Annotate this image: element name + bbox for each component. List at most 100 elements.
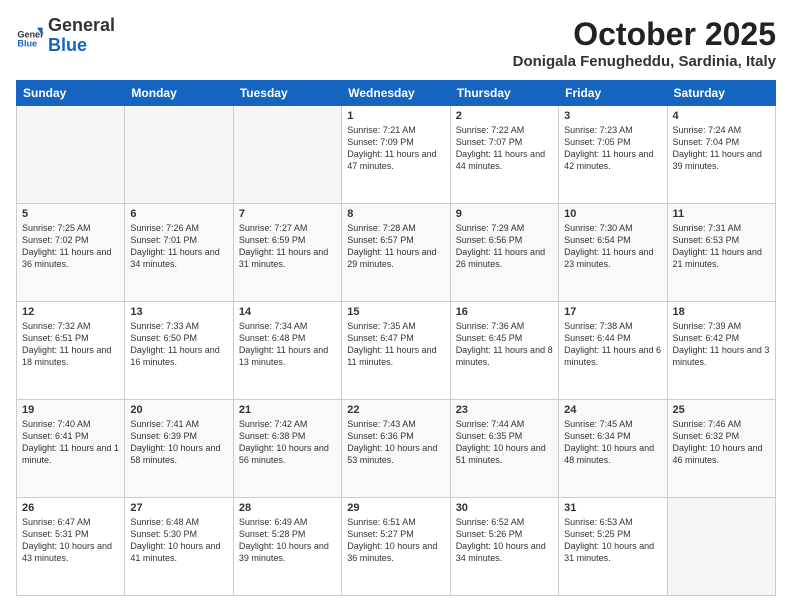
week-row-3: 12 Sunrise: 7:32 AM Sunset: 6:51 PM Dayli… (17, 302, 776, 400)
calendar-cell: 17Sunrise: 7:38 AM Sunset: 6:44 PM Dayli… (559, 302, 667, 400)
calendar-cell: 31 Sunrise: 6:53 AM Sunset: 5:25 PM Dayli… (559, 498, 667, 596)
weekday-header-thursday: Thursday (450, 81, 558, 106)
day-number: 18 (673, 306, 770, 318)
day-info: Sunrise: 7:33 AM Sunset: 6:50 PM Dayligh… (130, 320, 227, 369)
svg-text:Blue: Blue (17, 38, 37, 48)
day-info: Sunrise: 7:35 AM Sunset: 6:47 PM Dayligh… (347, 320, 444, 369)
day-number: 15 (347, 306, 444, 318)
day-info: Sunrise: 7:21 AM Sunset: 7:09 PM Dayligh… (347, 124, 444, 173)
day-info: Sunrise: 7:40 AM Sunset: 6:41 PM Dayligh… (22, 418, 119, 467)
day-number: 11 (673, 208, 770, 220)
day-number: 27 (130, 502, 227, 514)
day-info: Sunrise: 7:44 AM Sunset: 6:35 PM Dayligh… (456, 418, 553, 467)
day-number: 21 (239, 404, 336, 416)
calendar-cell: 25Sunrise: 7:46 AM Sunset: 6:32 PM Dayli… (667, 400, 775, 498)
weekday-header-monday: Monday (125, 81, 233, 106)
calendar-cell (125, 106, 233, 204)
day-number: 31 (564, 502, 661, 514)
calendar-cell: 27 Sunrise: 6:48 AM Sunset: 5:30 PM Dayli… (125, 498, 233, 596)
day-info: Sunrise: 7:29 AM Sunset: 6:56 PM Dayligh… (456, 222, 553, 271)
day-number: 12 (22, 306, 119, 318)
day-number: 30 (456, 502, 553, 514)
week-row-4: 19 Sunrise: 7:40 AM Sunset: 6:41 PM Dayli… (17, 400, 776, 498)
day-info: Sunrise: 7:30 AM Sunset: 6:54 PM Dayligh… (564, 222, 661, 271)
day-number: 16 (456, 306, 553, 318)
day-info: Sunrise: 7:28 AM Sunset: 6:57 PM Dayligh… (347, 222, 444, 271)
calendar-cell: 14Sunrise: 7:34 AM Sunset: 6:48 PM Dayli… (233, 302, 341, 400)
weekday-header-row: SundayMondayTuesdayWednesdayThursdayFrid… (17, 81, 776, 106)
logo-general-text: General (48, 16, 115, 36)
day-info: Sunrise: 7:42 AM Sunset: 6:38 PM Dayligh… (239, 418, 336, 467)
day-info: Sunrise: 7:38 AM Sunset: 6:44 PM Dayligh… (564, 320, 661, 369)
week-row-2: 5 Sunrise: 7:25 AM Sunset: 7:02 PM Daylig… (17, 204, 776, 302)
calendar-cell (667, 498, 775, 596)
day-number: 19 (22, 404, 119, 416)
calendar-cell: 11 Sunrise: 7:31 AM Sunset: 6:53 PM Dayli… (667, 204, 775, 302)
calendar-cell: 16 Sunrise: 7:36 AM Sunset: 6:45 PM Dayli… (450, 302, 558, 400)
day-number: 7 (239, 208, 336, 220)
calendar-cell: 18 Sunrise: 7:39 AM Sunset: 6:42 PM Dayli… (667, 302, 775, 400)
day-info: Sunrise: 6:49 AM Sunset: 5:28 PM Dayligh… (239, 516, 336, 565)
calendar-cell: 4Sunrise: 7:24 AM Sunset: 7:04 PM Daylig… (667, 106, 775, 204)
day-number: 13 (130, 306, 227, 318)
calendar-cell: 26 Sunrise: 6:47 AM Sunset: 5:31 PM Dayli… (17, 498, 125, 596)
day-info: Sunrise: 7:27 AM Sunset: 6:59 PM Dayligh… (239, 222, 336, 271)
day-info: Sunrise: 7:26 AM Sunset: 7:01 PM Dayligh… (130, 222, 227, 271)
logo-blue-text: Blue (48, 36, 115, 56)
day-info: Sunrise: 7:45 AM Sunset: 6:34 PM Dayligh… (564, 418, 661, 467)
calendar-cell: 7 Sunrise: 7:27 AM Sunset: 6:59 PM Daylig… (233, 204, 341, 302)
day-info: Sunrise: 7:43 AM Sunset: 6:36 PM Dayligh… (347, 418, 444, 467)
day-number: 25 (673, 404, 770, 416)
weekday-header-friday: Friday (559, 81, 667, 106)
calendar-cell: 24 Sunrise: 7:45 AM Sunset: 6:34 PM Dayli… (559, 400, 667, 498)
calendar-cell: 13 Sunrise: 7:33 AM Sunset: 6:50 PM Dayli… (125, 302, 233, 400)
day-number: 9 (456, 208, 553, 220)
calendar-cell: 6 Sunrise: 7:26 AM Sunset: 7:01 PM Daylig… (125, 204, 233, 302)
week-row-1: 1 Sunrise: 7:21 AM Sunset: 7:09 PM Daylig… (17, 106, 776, 204)
day-number: 5 (22, 208, 119, 220)
day-info: Sunrise: 7:25 AM Sunset: 7:02 PM Dayligh… (22, 222, 119, 271)
calendar-cell: 21 Sunrise: 7:42 AM Sunset: 6:38 PM Dayli… (233, 400, 341, 498)
day-number: 24 (564, 404, 661, 416)
weekday-header-wednesday: Wednesday (342, 81, 450, 106)
day-number: 6 (130, 208, 227, 220)
calendar-cell: 23 Sunrise: 7:44 AM Sunset: 6:35 PM Dayli… (450, 400, 558, 498)
page: General Blue General Blue October 2025 D… (0, 0, 792, 612)
calendar-cell: 15 Sunrise: 7:35 AM Sunset: 6:47 PM Dayli… (342, 302, 450, 400)
day-number: 29 (347, 502, 444, 514)
calendar-cell: 20 Sunrise: 7:41 AM Sunset: 6:39 PM Dayli… (125, 400, 233, 498)
day-info: Sunrise: 7:41 AM Sunset: 6:39 PM Dayligh… (130, 418, 227, 467)
day-info: Sunrise: 7:32 AM Sunset: 6:51 PM Dayligh… (22, 320, 119, 369)
weekday-header-saturday: Saturday (667, 81, 775, 106)
day-info: Sunrise: 6:53 AM Sunset: 5:25 PM Dayligh… (564, 516, 661, 565)
calendar-cell: 19 Sunrise: 7:40 AM Sunset: 6:41 PM Dayli… (17, 400, 125, 498)
day-number: 23 (456, 404, 553, 416)
day-info: Sunrise: 6:52 AM Sunset: 5:26 PM Dayligh… (456, 516, 553, 565)
day-number: 8 (347, 208, 444, 220)
day-number: 26 (22, 502, 119, 514)
day-number: 1 (347, 110, 444, 122)
day-info: Sunrise: 6:48 AM Sunset: 5:30 PM Dayligh… (130, 516, 227, 565)
calendar-cell: 9 Sunrise: 7:29 AM Sunset: 6:56 PM Daylig… (450, 204, 558, 302)
calendar-cell (17, 106, 125, 204)
day-info: Sunrise: 7:31 AM Sunset: 6:53 PM Dayligh… (673, 222, 770, 271)
logo-text: General Blue (48, 16, 115, 56)
day-info: Sunrise: 6:47 AM Sunset: 5:31 PM Dayligh… (22, 516, 119, 565)
calendar-cell: 29Sunrise: 6:51 AM Sunset: 5:27 PM Dayli… (342, 498, 450, 596)
day-number: 2 (456, 110, 553, 122)
day-info: Sunrise: 7:23 AM Sunset: 7:05 PM Dayligh… (564, 124, 661, 173)
logo: General Blue General Blue (16, 16, 115, 56)
day-number: 3 (564, 110, 661, 122)
header: General Blue General Blue October 2025 D… (16, 16, 776, 70)
day-info: Sunrise: 7:36 AM Sunset: 6:45 PM Dayligh… (456, 320, 553, 369)
calendar-cell: 1 Sunrise: 7:21 AM Sunset: 7:09 PM Daylig… (342, 106, 450, 204)
logo-icon: General Blue (16, 22, 44, 50)
weekday-header-sunday: Sunday (17, 81, 125, 106)
calendar-cell: 30 Sunrise: 6:52 AM Sunset: 5:26 PM Dayli… (450, 498, 558, 596)
calendar-cell: 3 Sunrise: 7:23 AM Sunset: 7:05 PM Daylig… (559, 106, 667, 204)
calendar-cell: 22Sunrise: 7:43 AM Sunset: 6:36 PM Dayli… (342, 400, 450, 498)
day-info: Sunrise: 7:39 AM Sunset: 6:42 PM Dayligh… (673, 320, 770, 369)
day-number: 10 (564, 208, 661, 220)
calendar-cell: 5 Sunrise: 7:25 AM Sunset: 7:02 PM Daylig… (17, 204, 125, 302)
day-number: 20 (130, 404, 227, 416)
